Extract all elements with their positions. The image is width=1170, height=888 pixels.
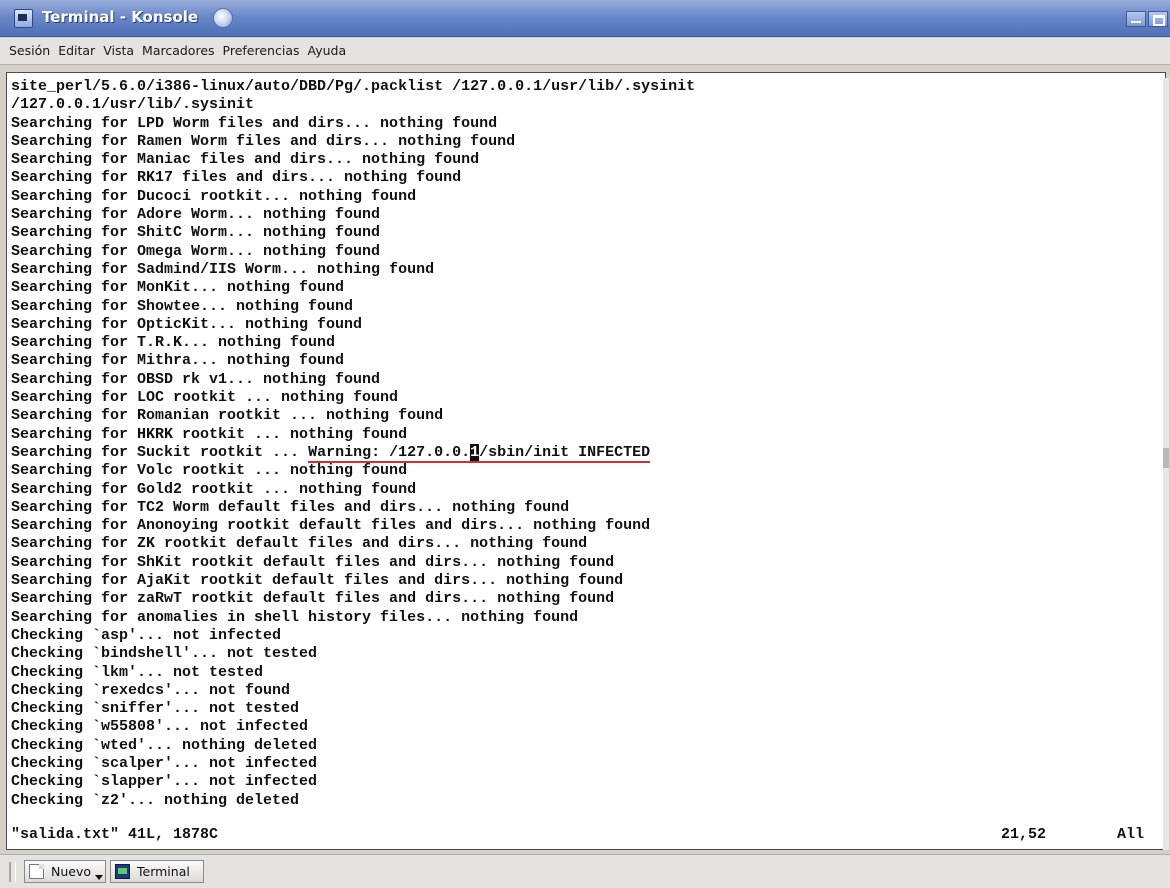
tabbar-handle[interactable] (9, 862, 16, 882)
scrollbar-thumb[interactable] (1163, 448, 1169, 468)
text-cursor: 1 (470, 443, 480, 463)
terminal-line: Searching for Romanian rootkit ... nothi… (11, 407, 444, 425)
menu-sesion[interactable]: Sesión (5, 38, 54, 64)
terminal-output: site_perl/5.6.0/i386-linux/auto/DBD/Pg/.… (11, 78, 695, 810)
terminal-line: Searching for RK17 files and dirs... not… (11, 169, 462, 187)
new-session-label: Nuevo (51, 864, 92, 879)
terminal-line: Searching for Ducoci rootkit... nothing … (11, 187, 417, 205)
vim-status-line: "salida.txt" 41L, 1878C 21,52 All (11, 826, 1161, 844)
terminal-line: Checking `scalper'... not infected (11, 754, 318, 772)
terminal-line: Searching for AjaKit rootkit default fil… (11, 572, 624, 590)
file-info: "salida.txt" 41L, 1878C (11, 826, 219, 843)
terminal-line: Searching for ShitC Worm... nothing foun… (11, 224, 381, 242)
menu-vista[interactable]: Vista (99, 38, 138, 64)
cursor-position: 21,52 (1001, 826, 1047, 843)
terminal-line: Searching for Gold2 rootkit ... nothing … (11, 480, 417, 498)
scrollbar[interactable] (1163, 78, 1169, 850)
terminal-line: Searching for Sadmind/IIS Worm... nothin… (11, 260, 435, 278)
terminal-line: Checking `w55808'... not infected (11, 718, 309, 736)
terminal-line: Searching for LOC rootkit ... nothing fo… (11, 389, 399, 407)
konsole-icon[interactable] (14, 9, 33, 28)
terminal-line: Searching for MonKit... nothing found (11, 279, 345, 297)
new-session-button[interactable]: Nuevo (24, 860, 106, 883)
terminal-area[interactable]: site_perl/5.6.0/i386-linux/auto/DBD/Pg/.… (6, 72, 1166, 850)
terminal-line: Searching for Showtee... nothing found (11, 297, 354, 315)
terminal-line: Searching for Ramen Worm files and dirs.… (11, 132, 516, 150)
terminal-line: Searching for Omega Worm... nothing foun… (11, 242, 381, 260)
terminal-line: Checking `rexedcs'... not found (11, 681, 291, 699)
terminal-line: Searching for HKRK rootkit ... nothing f… (11, 425, 408, 443)
terminal-line: Checking `sniffer'... not tested (11, 700, 300, 718)
terminal-line: Searching for OpticKit... nothing found (11, 315, 363, 333)
terminal-line: Searching for ZK rootkit default files a… (11, 535, 588, 553)
terminal-line: Checking `slapper'... not infected (11, 773, 318, 791)
terminal-line: Searching for TC2 Worm default files and… (11, 498, 570, 516)
terminal-line: Searching for anomalies in shell history… (11, 608, 579, 626)
terminal-line: Checking `asp'... not infected (11, 626, 282, 644)
terminal-line: Searching for Adore Worm... nothing foun… (11, 206, 381, 224)
terminal-line: Searching for Mithra... nothing found (11, 352, 345, 370)
terminal-line: Checking `bindshell'... not tested (11, 645, 318, 663)
terminal-tab-label: Terminal (137, 864, 190, 879)
terminal-line: Searching for Suckit rootkit ... Warning… (11, 443, 695, 463)
scroll-indicator: All (1117, 826, 1145, 843)
terminal-line: Checking `lkm'... not tested (11, 663, 264, 681)
terminal-line: Searching for LPD Worm files and dirs...… (11, 114, 498, 132)
terminal-line: Searching for ShKit rootkit default file… (11, 553, 615, 571)
terminal-line: Searching for OBSD rk v1... nothing foun… (11, 370, 381, 388)
maximize-button[interactable] (1148, 11, 1168, 27)
terminal-line: Checking `z2'... nothing deleted (11, 791, 300, 809)
terminal-line: Searching for T.R.K... nothing found (11, 334, 336, 352)
terminal-line: Searching for Anonoying rootkit default … (11, 517, 651, 535)
terminal-line: Searching for zaRwT rootkit default file… (11, 590, 615, 608)
terminal-icon (115, 864, 130, 879)
window-title: Terminal - Konsole (42, 8, 199, 26)
session-tabbar: Nuevo Terminal (0, 854, 1170, 888)
menu-bar: Sesión Editar Vista Marcadores Preferenc… (0, 38, 1170, 65)
sticky-icon[interactable] (213, 8, 233, 28)
minimize-button[interactable] (1126, 11, 1146, 27)
terminal-line-segment: /sbin/init INFECTED (479, 443, 651, 463)
terminal-line: Checking `wted'... nothing deleted (11, 736, 318, 754)
menu-ayuda[interactable]: Ayuda (304, 38, 351, 64)
terminal-line-segment: Searching for Suckit rootkit ... (11, 443, 309, 461)
terminal-line: Searching for Volc rootkit ... nothing f… (11, 462, 408, 480)
terminal-line: site_perl/5.6.0/i386-linux/auto/DBD/Pg/.… (11, 78, 696, 95)
title-bar[interactable]: Terminal - Konsole (0, 0, 1170, 37)
terminal-session-tab[interactable]: Terminal (110, 860, 204, 883)
chevron-down-icon[interactable] (95, 875, 103, 880)
menu-marcadores[interactable]: Marcadores (138, 38, 219, 64)
new-document-icon (29, 864, 44, 879)
terminal-line-segment: Warning: /127.0.0. (308, 443, 471, 463)
terminal-line: /127.0.0.1/usr/lib/.sysinit (11, 96, 255, 114)
menu-editar[interactable]: Editar (54, 38, 99, 64)
menu-preferencias[interactable]: Preferencias (219, 38, 304, 64)
terminal-line: Searching for Maniac files and dirs... n… (11, 151, 480, 169)
